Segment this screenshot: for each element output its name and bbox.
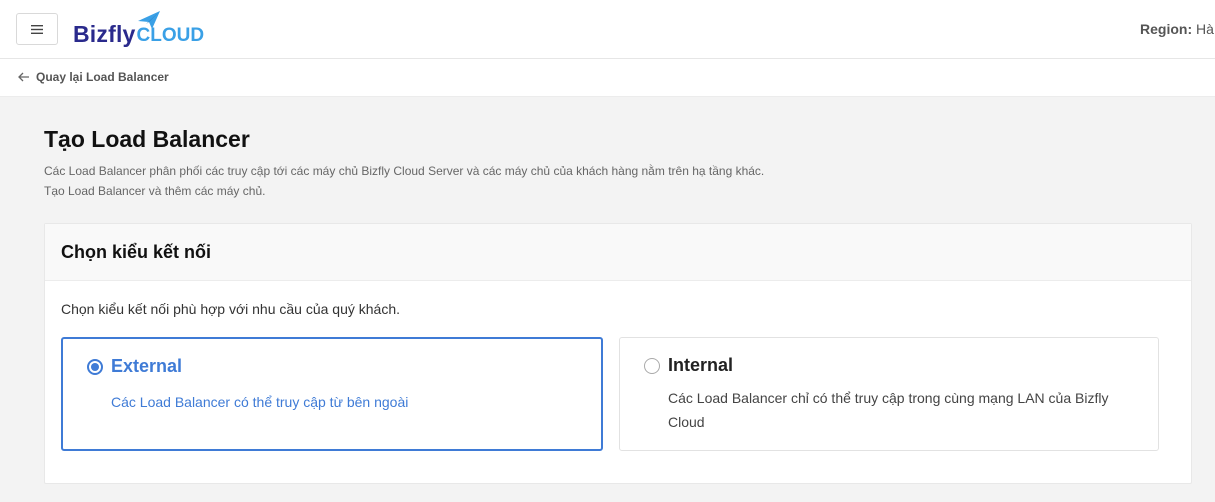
menu-toggle-button[interactable] — [16, 13, 58, 45]
bizfly-cloud-logo[interactable]: Bizfly CLOUD — [73, 11, 204, 48]
region-selector[interactable]: Region: Hà N — [1140, 21, 1215, 37]
logo-text-main: Bizfly — [73, 21, 136, 47]
page-description-line-1: Các Load Balancer phân phối các truy cập… — [44, 164, 765, 178]
radio-external[interactable] — [87, 359, 103, 375]
top-bar: Bizfly CLOUD Region: Hà N — [0, 0, 1215, 59]
option-internal-title: Internal — [668, 355, 734, 375]
connection-type-panel: Chọn kiểu kết nối Chọn kiểu kết nối phù … — [44, 223, 1192, 484]
radio-internal[interactable] — [644, 358, 660, 374]
radio-selected-dot — [91, 363, 99, 371]
back-to-load-balancer-link[interactable]: Quay lại Load Balancer — [18, 70, 169, 84]
page-description: Các Load Balancer phân phối các truy cập… — [44, 161, 764, 201]
back-link-label: Quay lại Load Balancer — [36, 70, 169, 84]
option-external-title: External — [111, 356, 183, 376]
option-external-description: Các Load Balancer có thể truy cập từ bên… — [111, 394, 409, 410]
paper-plane-icon — [138, 11, 160, 29]
breadcrumb-bar: Quay lại Load Balancer — [0, 59, 1215, 97]
panel-subtitle: Chọn kiểu kết nối phù hợp với nhu cầu củ… — [61, 301, 401, 317]
panel-heading: Chọn kiểu kết nối — [61, 241, 212, 262]
option-internal-description: Các Load Balancer chỉ có thể truy cập tr… — [668, 390, 1109, 430]
region-value: Hà N — [1196, 21, 1215, 37]
panel-header: Chọn kiểu kết nối — [45, 224, 1191, 281]
option-external-card[interactable]: External Các Load Balancer có thể truy c… — [61, 337, 603, 451]
arrow-left-icon — [18, 72, 29, 82]
page-title: Tạo Load Balancer — [44, 126, 250, 152]
option-internal-card[interactable]: Internal Các Load Balancer chỉ có thể tr… — [619, 337, 1159, 451]
region-label: Region: — [1140, 21, 1193, 37]
hamburger-icon — [31, 24, 43, 34]
page-description-line-2: Tạo Load Balancer và thêm các máy chủ. — [44, 184, 266, 198]
